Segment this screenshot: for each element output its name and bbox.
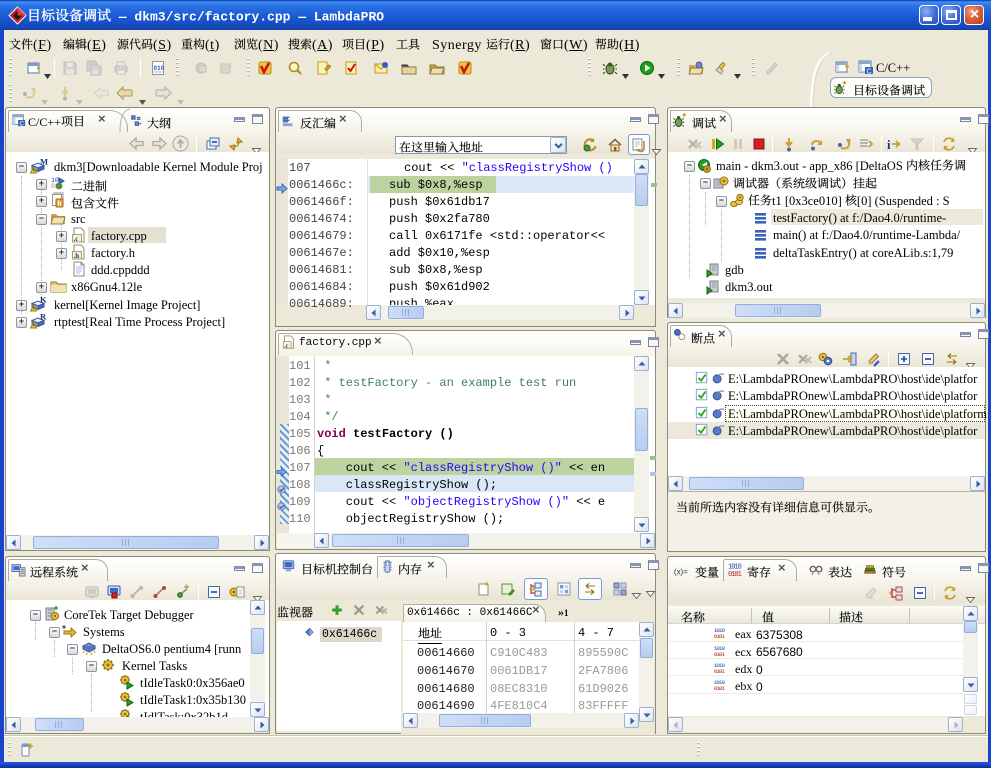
svg-text:R: R [40,311,47,321]
svg-text:0101: 0101 [714,668,726,675]
svg-text:.c: .c [74,235,79,243]
svg-text:C: C [19,121,24,128]
svg-text:M: M [40,157,48,167]
svg-text:010: 010 [154,65,165,72]
svg-text:0101: 0101 [714,651,726,658]
svg-text:i: i [887,137,891,152]
svg-text:0101: 0101 [728,571,742,579]
svg-text:0101: 0101 [714,685,726,692]
svg-text:.c: .c [284,343,289,349]
svg-text:(x)=: (x)= [674,568,688,577]
svg-text:K: K [40,294,47,304]
svg-text:h: h [58,200,62,208]
svg-text:0101: 0101 [714,634,726,641]
svg-text:C: C [867,69,872,76]
svg-text:.h: .h [74,252,80,260]
